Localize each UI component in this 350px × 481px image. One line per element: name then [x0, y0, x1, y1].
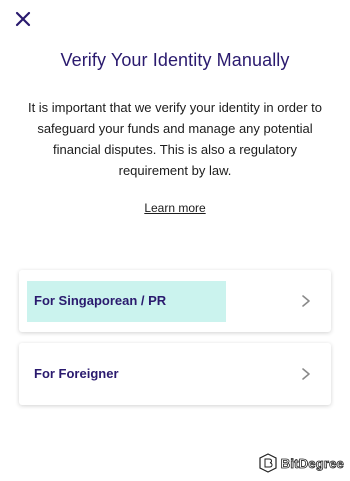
description-text: It is important that we verify your iden…	[27, 100, 323, 178]
learn-more-link[interactable]: Learn more	[144, 201, 205, 215]
bitdegree-watermark: BitDegree	[259, 453, 344, 473]
chevron-right-icon	[301, 367, 311, 381]
close-button[interactable]	[14, 10, 34, 30]
page-title: Verify Your Identity Manually	[60, 50, 290, 70]
option-foreigner[interactable]: For Foreigner	[19, 343, 331, 405]
close-icon	[15, 11, 31, 27]
option-singaporean-pr[interactable]: For Singaporean / PR	[19, 270, 331, 332]
bitdegree-logo-icon	[259, 453, 277, 473]
option-label: For Singaporean / PR	[34, 293, 167, 308]
watermark-text: BitDegree	[280, 455, 344, 471]
chevron-right-icon	[301, 294, 311, 308]
option-label: For Foreigner	[34, 366, 119, 381]
learn-more-container: Learn more	[0, 201, 350, 215]
